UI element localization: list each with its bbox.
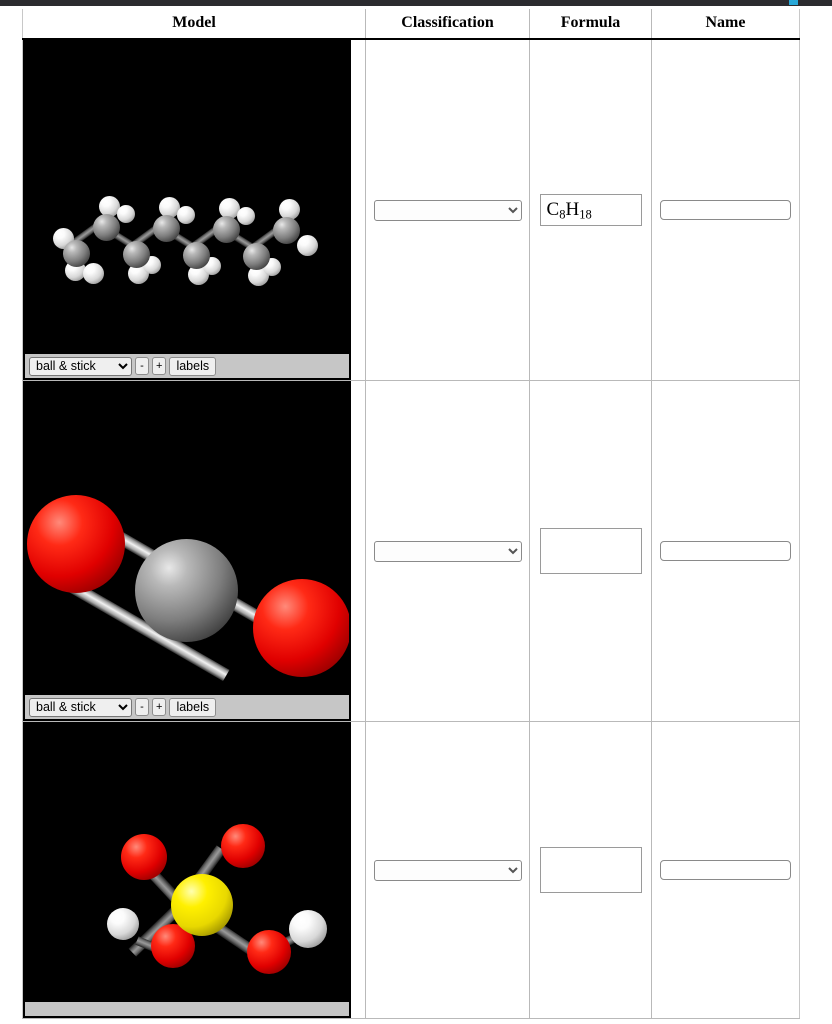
- chrome-accent-indicator: [789, 0, 798, 5]
- atom-carbon: [183, 242, 210, 269]
- molecule-viewer-carbon-dioxide[interactable]: ball & stickspace fillwireframesticks - …: [23, 381, 351, 721]
- atom-carbon: [93, 214, 120, 241]
- atom-hydrogen: [107, 908, 139, 940]
- atom-hydrogen: [289, 910, 327, 948]
- atom-hydrogen: [117, 205, 135, 223]
- column-header-name: Name: [651, 9, 800, 40]
- molecule-viewer-sulfuric-acid[interactable]: [23, 722, 351, 1018]
- table-row: ball & stickspace fillwireframesticks - …: [22, 380, 800, 722]
- column-header-model: Model: [22, 9, 366, 40]
- formula-text: C: [546, 198, 560, 220]
- zoom-in-button[interactable]: +: [152, 357, 167, 375]
- molecule-stage-sulfuric-acid[interactable]: [25, 724, 349, 1002]
- column-header-classification: Classification: [365, 9, 530, 40]
- atom-oxygen: [27, 495, 125, 593]
- atom-oxygen: [221, 824, 265, 868]
- formula-display[interactable]: [539, 528, 642, 574]
- page-surface: Model Classification Formula Name ball &…: [0, 6, 832, 1024]
- labels-button[interactable]: labels: [169, 356, 217, 376]
- molecule-viewer-octane[interactable]: ball & stickspace fillwireframesticks - …: [23, 40, 351, 380]
- atom-hydrogen: [297, 235, 318, 256]
- render-style-select[interactable]: ball & stickspace fillwireframesticks: [29, 356, 132, 376]
- atom-hydrogen: [83, 263, 104, 284]
- atom-carbon: [273, 217, 300, 244]
- classification-select[interactable]: elementcompoundmixture: [374, 540, 522, 562]
- name-cell: [651, 721, 800, 1019]
- viewer-control-bar: [25, 1002, 349, 1016]
- atom-oxygen: [121, 834, 167, 880]
- zoom-out-button[interactable]: -: [135, 357, 149, 375]
- atom-sulfur: [171, 874, 233, 936]
- table-header-row: Model Classification Formula Name: [22, 9, 800, 40]
- atom-hydrogen: [237, 207, 255, 225]
- formula-cell: C8H18: [529, 39, 652, 381]
- model-cell-sulfuric-acid: [22, 721, 366, 1019]
- classification-cell: elementcompoundmixture: [365, 380, 530, 722]
- atom-carbon: [123, 241, 150, 268]
- name-input[interactable]: [660, 860, 791, 880]
- name-input[interactable]: [660, 200, 791, 220]
- column-header-formula: Formula: [529, 9, 652, 40]
- molecule-classification-table: Model Classification Formula Name ball &…: [22, 9, 800, 1019]
- name-cell: [651, 380, 800, 722]
- classification-cell: elementcompoundmixture: [365, 39, 530, 381]
- zoom-out-button[interactable]: -: [135, 698, 149, 716]
- formula-subscript: 18: [579, 207, 592, 222]
- formula-display[interactable]: [539, 847, 642, 893]
- formula-cell: [529, 380, 652, 722]
- classification-select[interactable]: elementcompoundmixture: [374, 859, 522, 881]
- molecule-stage-octane[interactable]: [25, 42, 349, 354]
- name-cell: [651, 39, 800, 381]
- atom-carbon: [153, 215, 180, 242]
- classification-select[interactable]: elementcompoundmixture: [374, 199, 522, 221]
- formula-cell: [529, 721, 652, 1019]
- atom-carbon: [213, 216, 240, 243]
- atom-carbon: [243, 243, 270, 270]
- atom-carbon: [63, 240, 90, 267]
- atom-oxygen: [253, 579, 349, 677]
- zoom-in-button[interactable]: +: [152, 698, 167, 716]
- atom-oxygen: [247, 930, 291, 974]
- name-input[interactable]: [660, 541, 791, 561]
- model-cell-carbon-dioxide: ball & stickspace fillwireframesticks - …: [22, 380, 366, 722]
- labels-button[interactable]: labels: [169, 697, 217, 717]
- render-style-select[interactable]: ball & stickspace fillwireframesticks: [29, 697, 132, 717]
- atom-carbon: [135, 539, 238, 642]
- atom-hydrogen: [177, 206, 195, 224]
- table-row: ball & stickspace fillwireframesticks - …: [22, 39, 800, 381]
- table-row: elementcompoundmixture: [22, 721, 800, 1019]
- classification-cell: elementcompoundmixture: [365, 721, 530, 1019]
- molecule-stage-carbon-dioxide[interactable]: [25, 383, 349, 695]
- formula-text: H: [565, 198, 580, 220]
- model-cell-octane: ball & stickspace fillwireframesticks - …: [22, 39, 366, 381]
- formula-display-octane[interactable]: C8H18: [539, 193, 642, 227]
- viewer-control-bar: ball & stickspace fillwireframesticks - …: [25, 695, 349, 719]
- viewer-control-bar: ball & stickspace fillwireframesticks - …: [25, 354, 349, 378]
